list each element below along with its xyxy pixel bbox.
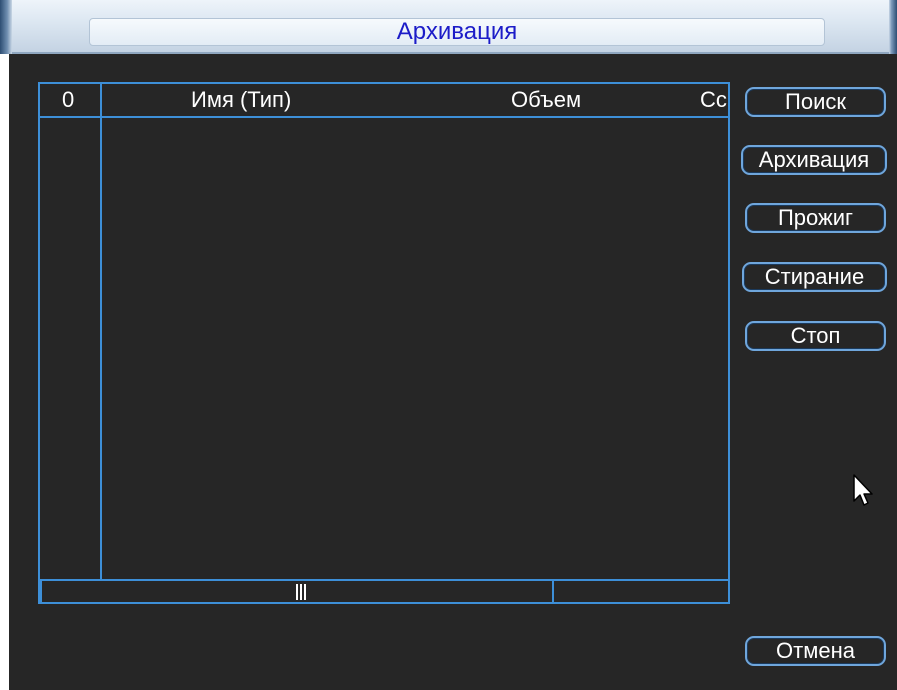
search-button[interactable]: Поиск <box>745 87 886 117</box>
backup-dialog: Архивация 0 Имя (Тип) Объем Сс Поиск Арх… <box>0 0 897 690</box>
column-divider <box>100 84 102 116</box>
burn-button[interactable]: Прожиг <box>745 203 886 233</box>
backup-button[interactable]: Архивация <box>741 145 887 175</box>
window-left-border <box>0 54 9 690</box>
column-divider <box>100 116 102 580</box>
file-list-table[interactable]: 0 Имя (Тип) Объем Сс <box>38 82 730 604</box>
horizontal-scrollbar[interactable] <box>40 579 728 602</box>
table-header: 0 Имя (Тип) Объем Сс <box>40 84 728 118</box>
column-header-index[interactable]: 0 <box>62 84 74 116</box>
cancel-button[interactable]: Отмена <box>745 636 886 666</box>
title-bar-right-edge <box>889 0 897 54</box>
scrollbar-thumb[interactable] <box>40 581 554 602</box>
mouse-pointer-icon <box>853 474 873 506</box>
column-header-size[interactable]: Объем <box>511 84 581 116</box>
column-header-cut-off[interactable]: Сс <box>700 84 727 116</box>
table-body[interactable] <box>40 116 728 580</box>
title-bar-left-edge <box>0 0 12 54</box>
scroll-grip-icon <box>295 584 307 600</box>
stop-button[interactable]: Стоп <box>745 321 886 351</box>
dialog-title: Архивация <box>396 18 518 45</box>
title-plate: Архивация <box>89 18 825 46</box>
title-bar: Архивация <box>0 0 897 54</box>
erase-button[interactable]: Стирание <box>742 262 887 292</box>
column-header-name-type[interactable]: Имя (Тип) <box>191 84 291 116</box>
